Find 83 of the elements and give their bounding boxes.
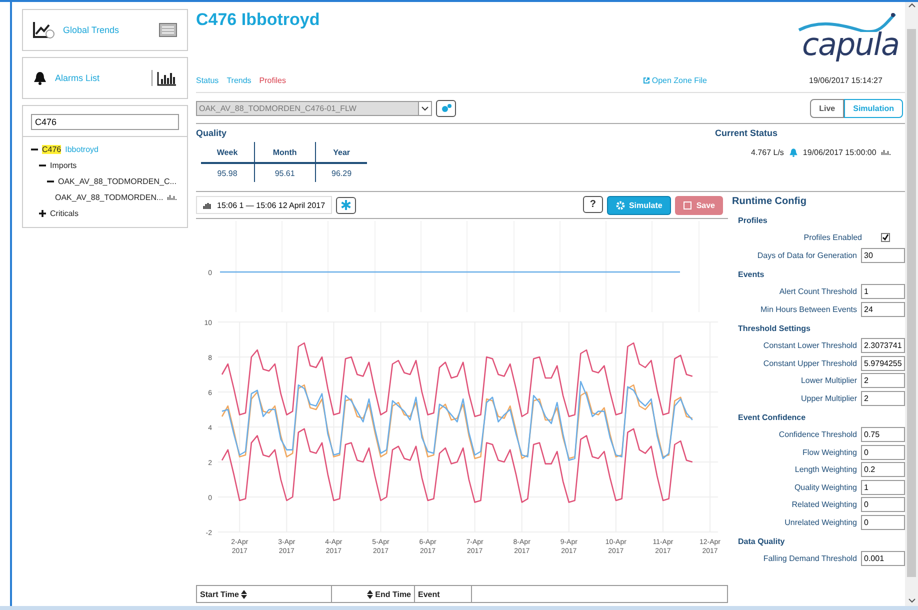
date-range-button[interactable]: 15:06 1 — 15:06 12 April 2017 bbox=[196, 196, 332, 214]
panel-title: Runtime Config bbox=[732, 194, 808, 208]
scroll-up-icon[interactable] bbox=[908, 2, 916, 8]
list-icon[interactable] bbox=[159, 23, 177, 37]
help-button[interactable]: ? bbox=[582, 196, 603, 212]
search-field[interactable]: C476 bbox=[31, 114, 179, 130]
input-field[interactable]: 0 bbox=[861, 444, 905, 460]
caret-icon bbox=[421, 106, 429, 110]
bar-chart-icon bbox=[203, 202, 212, 208]
input-field[interactable]: 2.3073741 bbox=[861, 338, 905, 354]
input-field[interactable]: 2 bbox=[861, 373, 905, 388]
search-match: C476 bbox=[42, 144, 62, 154]
trend-chart-icon bbox=[33, 21, 55, 39]
settings-button[interactable] bbox=[436, 100, 456, 116]
input-field[interactable]: 2 bbox=[861, 390, 905, 406]
input-field[interactable]: 0 bbox=[861, 497, 905, 512]
scroll-down-icon[interactable] bbox=[908, 598, 916, 604]
field-label: Alert Count Threshold bbox=[779, 287, 857, 296]
column-header: Event bbox=[418, 590, 440, 598]
field-label: Min Hours Between Events bbox=[760, 304, 857, 314]
section-title: Threshold Settings bbox=[738, 324, 812, 333]
tree-item[interactable]: OAK_AV_88_TODMORDEN_C... bbox=[58, 176, 176, 186]
field-label: Related Weighting bbox=[792, 500, 857, 510]
plus-icon[interactable] bbox=[39, 210, 46, 216]
minus-icon[interactable] bbox=[47, 178, 54, 184]
input-field[interactable]: 0.2 bbox=[861, 462, 905, 478]
asterisk-button[interactable] bbox=[336, 196, 356, 214]
input-field[interactable]: 1 bbox=[861, 284, 905, 300]
field-label: Days of Data for Generation bbox=[757, 250, 857, 260]
field-label: Unrelated Weighting bbox=[784, 518, 857, 527]
column-header[interactable]: End Time bbox=[375, 590, 411, 598]
field-label: Length Weighting bbox=[794, 465, 857, 474]
gear-icon bbox=[616, 200, 625, 210]
chart-icon[interactable] bbox=[881, 149, 892, 156]
checkbox[interactable] bbox=[881, 233, 890, 242]
field-label: Constant Lower Threshold bbox=[763, 341, 857, 350]
asterisk-icon bbox=[341, 200, 352, 210]
nav-tab[interactable]: Profiles bbox=[259, 76, 286, 84]
status-time: 19/06/2017 15:00:00 bbox=[802, 148, 876, 157]
input-field[interactable]: 0 bbox=[861, 514, 905, 530]
field-label: Falling Demand Threshold bbox=[763, 554, 857, 564]
section-title: Profiles bbox=[738, 216, 768, 225]
bell-icon bbox=[33, 71, 47, 85]
column-header[interactable]: Start Time bbox=[200, 590, 239, 598]
bar-chart-icon[interactable] bbox=[151, 70, 177, 86]
timestamp: 19/06/2017 15:14:27 bbox=[809, 76, 884, 84]
bell-icon bbox=[788, 148, 798, 157]
field-label: Confidence Threshold bbox=[778, 430, 857, 440]
table-cell: 95.61 bbox=[254, 163, 316, 182]
input-field[interactable]: 24 bbox=[861, 302, 905, 317]
field-label: Constant Upper Threshold bbox=[763, 358, 857, 368]
column-header: Month bbox=[254, 142, 316, 163]
sort-icon[interactable] bbox=[367, 590, 374, 598]
field-label: Flow Weighting bbox=[802, 448, 857, 457]
page-title: C476 Ibbotroyd bbox=[196, 10, 320, 30]
minus-icon[interactable] bbox=[39, 162, 46, 168]
field-label: Lower Multiplier bbox=[800, 376, 857, 386]
input-field[interactable]: 1 bbox=[861, 480, 905, 495]
section-title: Event Confidence bbox=[738, 413, 807, 422]
sort-icon[interactable] bbox=[240, 590, 247, 598]
field-label: Profiles Enabled bbox=[804, 233, 862, 242]
section-title: Events bbox=[738, 270, 766, 279]
tree-item[interactable]: Imports bbox=[50, 160, 77, 170]
mode-toggle[interactable]: Live bbox=[810, 98, 844, 118]
section-title: Data Quality bbox=[738, 537, 786, 546]
section-title: Current Status bbox=[715, 128, 779, 138]
field-label: Upper Multiplier bbox=[800, 394, 857, 403]
chart-icon[interactable] bbox=[167, 194, 178, 200]
field-label: Quality Weighting bbox=[794, 482, 857, 492]
table-cell: 95.98 bbox=[201, 163, 254, 182]
tree-item[interactable]: OAK_AV_88_TODMORDEN... bbox=[55, 192, 164, 202]
column-header: Week bbox=[201, 142, 254, 163]
flow-reading: 4.767 L/s bbox=[751, 148, 784, 157]
input-field[interactable]: 0.001 bbox=[861, 551, 905, 566]
input-field[interactable]: 30 bbox=[861, 248, 905, 263]
column-header: Year bbox=[316, 142, 367, 163]
minus-icon[interactable] bbox=[31, 146, 38, 152]
section-title: Quality bbox=[196, 128, 228, 138]
tree-item[interactable]: Criticals bbox=[50, 208, 78, 218]
external-link-icon bbox=[642, 76, 650, 84]
input-field[interactable]: 0.75 bbox=[861, 427, 905, 442]
input-field[interactable]: 5.9794255 bbox=[861, 356, 905, 371]
table-cell: 96.29 bbox=[316, 163, 367, 182]
